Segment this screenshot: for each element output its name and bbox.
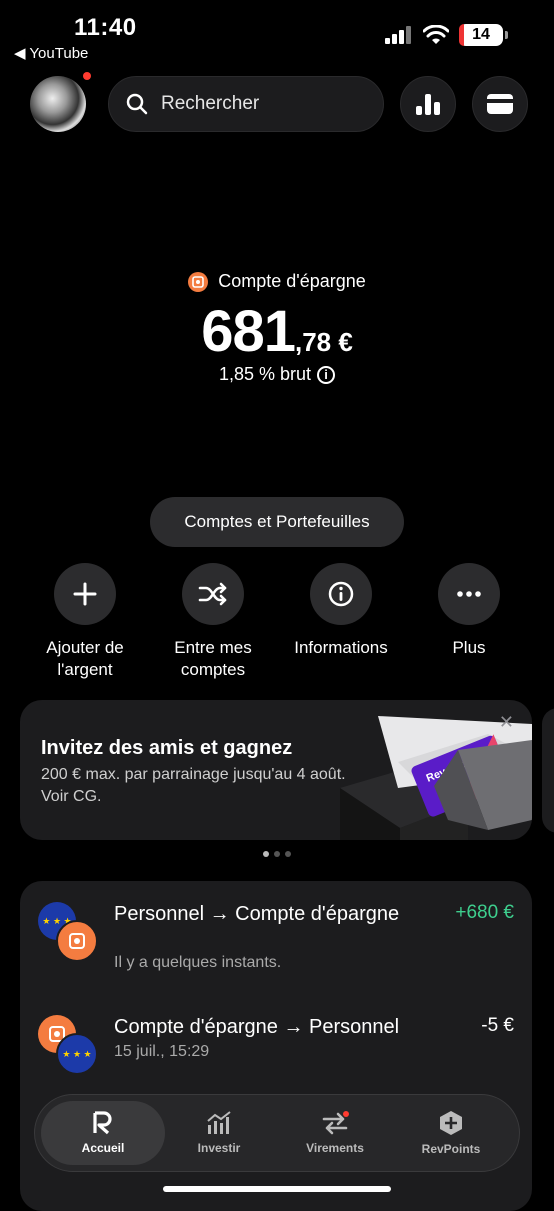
- transaction-row[interactable]: ★ ★ ★ Compte d'épargne → Personnel 15 ju…: [38, 1015, 514, 1085]
- shuffle-icon: [182, 563, 244, 625]
- transaction-amount: -5 €: [481, 1015, 514, 1036]
- account-name: Compte d'épargne: [218, 271, 366, 291]
- accounts-wallets-button[interactable]: Comptes et Portefeuilles: [150, 497, 404, 547]
- battery-level: 14: [472, 26, 490, 43]
- transaction-time: 15 juil., 15:29: [114, 1043, 210, 1060]
- notification-dot: [83, 72, 91, 80]
- information-button[interactable]: Informations: [276, 563, 406, 659]
- add-money-label: Ajouter de l'argent: [46, 638, 124, 679]
- transaction-time: Il y a quelques instants.: [114, 954, 282, 971]
- transaction-title: Compte d'épargne → Personnel: [114, 1016, 400, 1038]
- promo-title: Invitez des amis et gagnez: [41, 737, 293, 759]
- carousel-pagination: [0, 851, 554, 857]
- nav-home-label: Accueil: [81, 1141, 125, 1155]
- add-money-button[interactable]: Ajouter de l'argent: [20, 563, 150, 681]
- nav-revpoints-label: RevPoints: [421, 1142, 481, 1156]
- analytics-button[interactable]: [400, 76, 456, 132]
- info-icon: i: [317, 365, 336, 384]
- between-accounts-button[interactable]: Entre mes comptes: [148, 563, 278, 681]
- nav-transfers-label: Virements: [306, 1141, 364, 1155]
- eu-flag-icon: ★ ★ ★: [56, 1033, 98, 1075]
- nav-revpoints[interactable]: RevPoints: [389, 1101, 513, 1165]
- transaction-row[interactable]: ★ ★ ★ Personnel → Compte d'épargne Il y …: [38, 902, 514, 982]
- referral-promo-card[interactable]: Invitez des amis et gagnez 200 € max. pa…: [20, 700, 532, 840]
- next-promo-card[interactable]: [542, 708, 554, 833]
- cellular-signal-icon: [385, 26, 411, 44]
- pagination-dot: [274, 851, 280, 857]
- balance-integer: 681: [201, 299, 296, 364]
- transfer-avatar: ★ ★ ★: [38, 902, 98, 962]
- nav-home[interactable]: Accueil: [41, 1101, 165, 1165]
- transaction-title: Personnel → Compte d'épargne: [114, 903, 400, 925]
- status-icons: 14: [385, 24, 508, 46]
- balance-amount: 681,78 €: [0, 298, 554, 365]
- information-label: Informations: [294, 638, 388, 657]
- savings-vault-icon: [188, 271, 209, 292]
- info-icon: [310, 563, 372, 625]
- balance-decimal: ,78 €: [294, 327, 353, 357]
- interest-rate[interactable]: 1,85 % brut i: [0, 364, 554, 385]
- interest-rate-text: 1,85 % brut: [218, 364, 312, 384]
- more-label: Plus: [452, 638, 486, 657]
- account-label[interactable]: Compte d'épargne: [0, 271, 554, 292]
- search-bar[interactable]: Rechercher: [108, 76, 384, 132]
- status-time: 11:40: [74, 14, 137, 41]
- plus-icon: [54, 563, 116, 625]
- investment-chart-icon: [207, 1111, 231, 1134]
- transaction-amount: +680 €: [455, 902, 514, 923]
- revolut-r-icon: [93, 1111, 112, 1135]
- search-icon: [126, 93, 148, 115]
- pagination-dot: [263, 851, 269, 857]
- search-placeholder: Rechercher: [161, 93, 260, 114]
- transfer-arrows-icon: [322, 1111, 349, 1135]
- close-icon[interactable]: ✕: [499, 712, 514, 733]
- cards-button[interactable]: [472, 76, 528, 132]
- battery-indicator: 14: [459, 24, 503, 46]
- savings-vault-icon: [56, 920, 98, 962]
- back-to-app-link[interactable]: ◀ YouTube: [14, 44, 88, 62]
- nav-transfers[interactable]: Virements: [273, 1101, 397, 1165]
- between-accounts-label: Entre mes comptes: [174, 638, 252, 679]
- transfer-avatar: ★ ★ ★: [38, 1015, 98, 1075]
- more-icon: [438, 563, 500, 625]
- card-icon: [487, 94, 513, 114]
- nav-invest-label: Investir: [197, 1141, 241, 1155]
- wifi-icon: [423, 25, 449, 44]
- more-button[interactable]: Plus: [404, 563, 534, 659]
- pagination-dot: [285, 851, 291, 857]
- promo-subtitle: 200 € max. par parrainage jusqu'au 4 aoû…: [41, 766, 346, 805]
- home-indicator: [163, 1186, 391, 1192]
- revpoints-hexagon-icon: [440, 1111, 462, 1135]
- bar-chart-icon: [416, 94, 440, 115]
- bottom-navigation: Accueil Investir Virements RevPoints: [34, 1094, 520, 1172]
- nav-invest[interactable]: Investir: [157, 1101, 281, 1165]
- profile-avatar[interactable]: [30, 76, 86, 132]
